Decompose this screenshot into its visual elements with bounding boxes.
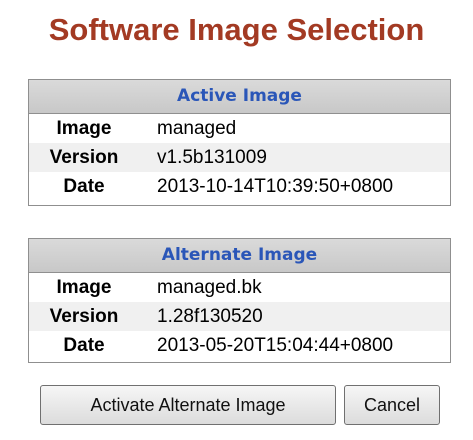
alternate-image-row: Image managed.bk [29,273,450,302]
alternate-image-header: Alternate Image [29,239,450,273]
alternate-date-label: Date [63,334,105,356]
active-date-value: 2013-10-14T10:39:50+0800 [157,175,394,197]
active-version-row: Version v1.5b131009 [29,143,450,172]
active-version-value: v1.5b131009 [157,146,267,168]
active-image-panel: Active Image Image managed Version v1.5b… [28,79,451,206]
alternate-image-label: Image [56,276,112,298]
alternate-date-value: 2013-05-20T15:04:44+0800 [157,334,394,356]
active-image-row: Image managed [29,114,450,143]
alternate-image-value: managed.bk [157,276,262,298]
alternate-version-value: 1.28f130520 [157,305,263,327]
cancel-button[interactable]: Cancel [344,385,440,425]
activate-alternate-image-button[interactable]: Activate Alternate Image [40,385,336,425]
software-image-selection-page: Software Image Selection Active Image Im… [0,0,473,440]
alternate-version-row: Version 1.28f130520 [29,302,450,331]
active-image-label: Image [56,117,112,139]
active-image-header: Active Image [29,80,450,114]
active-version-label: Version [49,146,119,168]
alternate-date-row: Date 2013-05-20T15:04:44+0800 [29,331,450,360]
alternate-image-panel: Alternate Image Image managed.bk Version… [28,238,451,363]
page-title: Software Image Selection [48,12,425,47]
active-date-row: Date 2013-10-14T10:39:50+0800 [29,172,450,201]
active-date-label: Date [63,175,105,197]
alternate-version-label: Version [49,305,119,327]
active-image-value: managed [157,117,237,139]
